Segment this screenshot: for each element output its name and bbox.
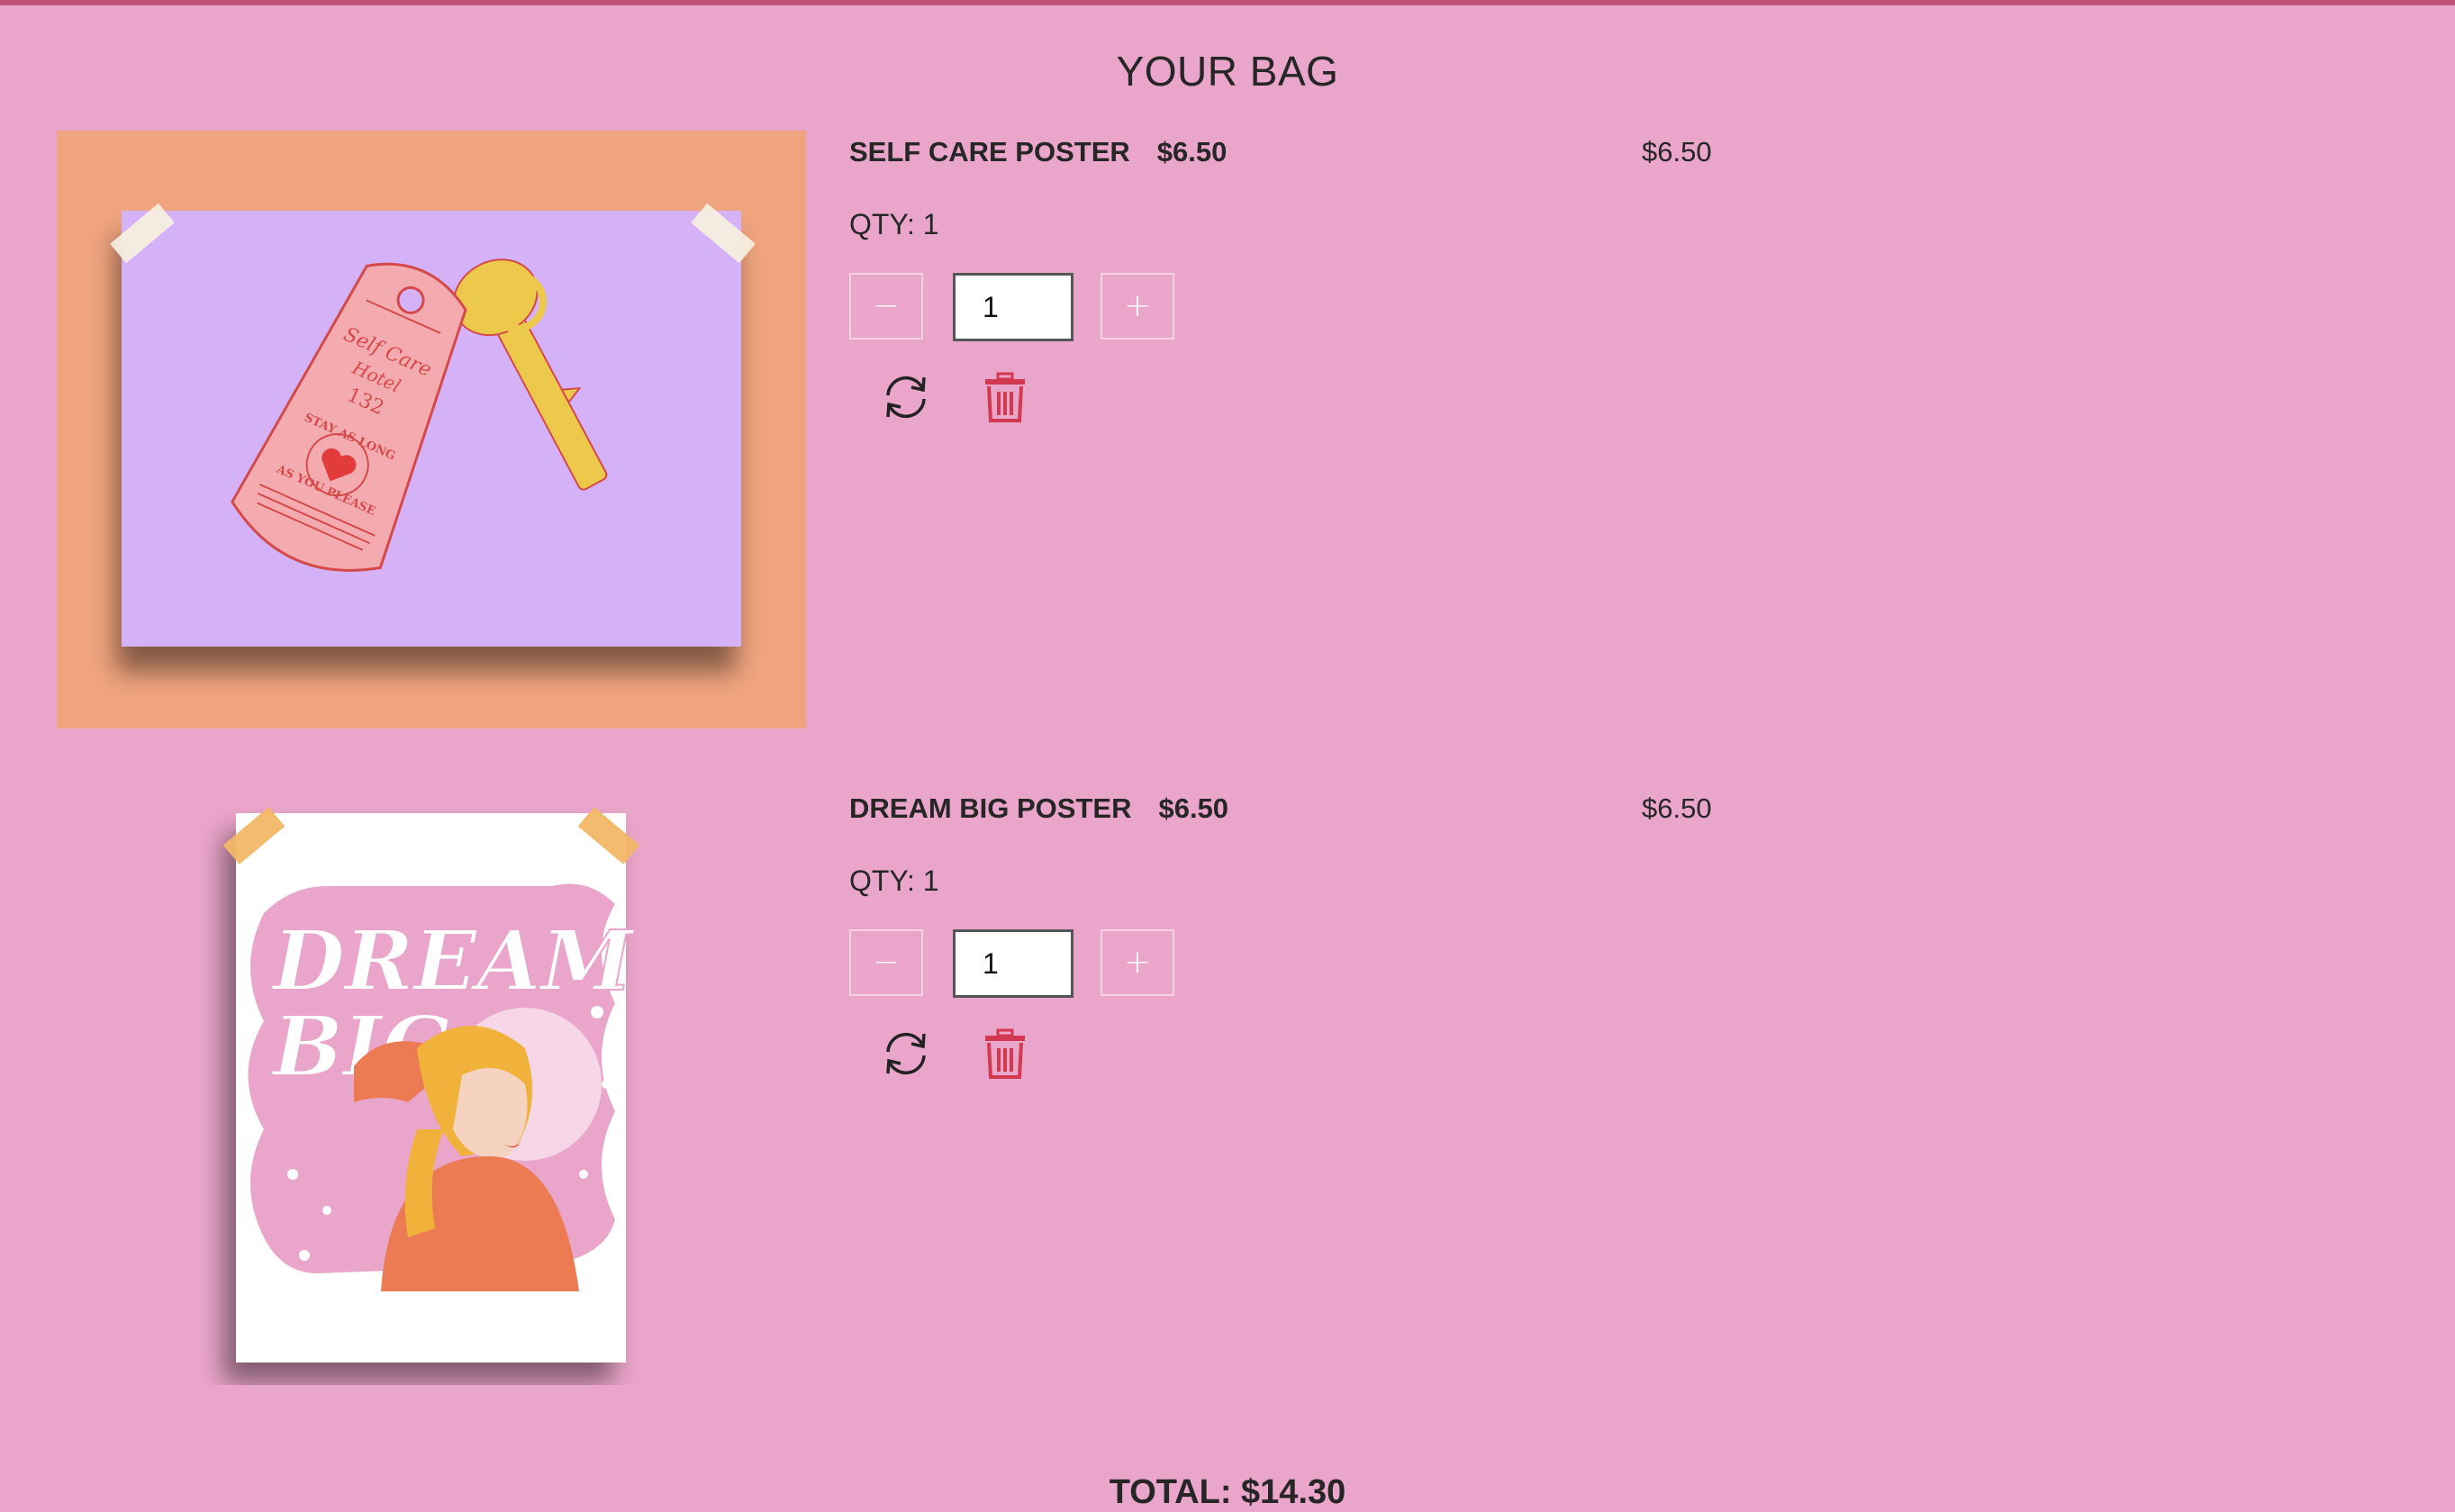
- qty-label: QTY: 1: [849, 208, 939, 240]
- qty-input[interactable]: [953, 929, 1073, 998]
- trash-icon[interactable]: [978, 1027, 1032, 1081]
- increase-qty-button[interactable]: +: [1101, 273, 1174, 340]
- product-image[interactable]: Self Care Hotel 132 STAY AS LONG AS YOU …: [57, 131, 806, 729]
- page-title: YOUR BAG: [1116, 48, 1339, 95]
- qty-input[interactable]: [953, 273, 1073, 341]
- product-price: $6.50: [1158, 792, 1229, 824]
- refresh-icon[interactable]: [879, 1027, 933, 1081]
- refresh-icon[interactable]: [879, 370, 933, 424]
- trash-icon[interactable]: [978, 370, 1032, 424]
- cart-total: TOTAL: $14.30: [1109, 1473, 1346, 1511]
- product-name-line: SELF CARE POSTER $6.50: [849, 136, 1227, 168]
- product-name[interactable]: DREAM BIG POSTER: [849, 792, 1131, 824]
- poster-text-dream: DREAM: [270, 912, 636, 1010]
- increase-qty-button[interactable]: +: [1101, 929, 1174, 996]
- product-name-line: DREAM BIG POSTER $6.50: [849, 792, 1228, 825]
- dream-big-poster-image: DREAM BIG: [222, 807, 640, 1363]
- product-price: $6.50: [1156, 136, 1228, 167]
- self-care-poster-image: Self Care Hotel 132 STAY AS LONG AS YOU …: [110, 203, 756, 647]
- qty-label: QTY: 1: [849, 865, 939, 897]
- top-accent-bar: [0, 0, 2455, 5]
- product-name[interactable]: SELF CARE POSTER: [849, 136, 1130, 167]
- line-total: $6.50: [1642, 136, 1712, 167]
- product-image[interactable]: DREAM BIG: [57, 787, 806, 1385]
- line-total: $6.50: [1642, 792, 1712, 824]
- decrease-qty-button[interactable]: −: [849, 929, 923, 996]
- decrease-qty-button[interactable]: −: [849, 273, 923, 340]
